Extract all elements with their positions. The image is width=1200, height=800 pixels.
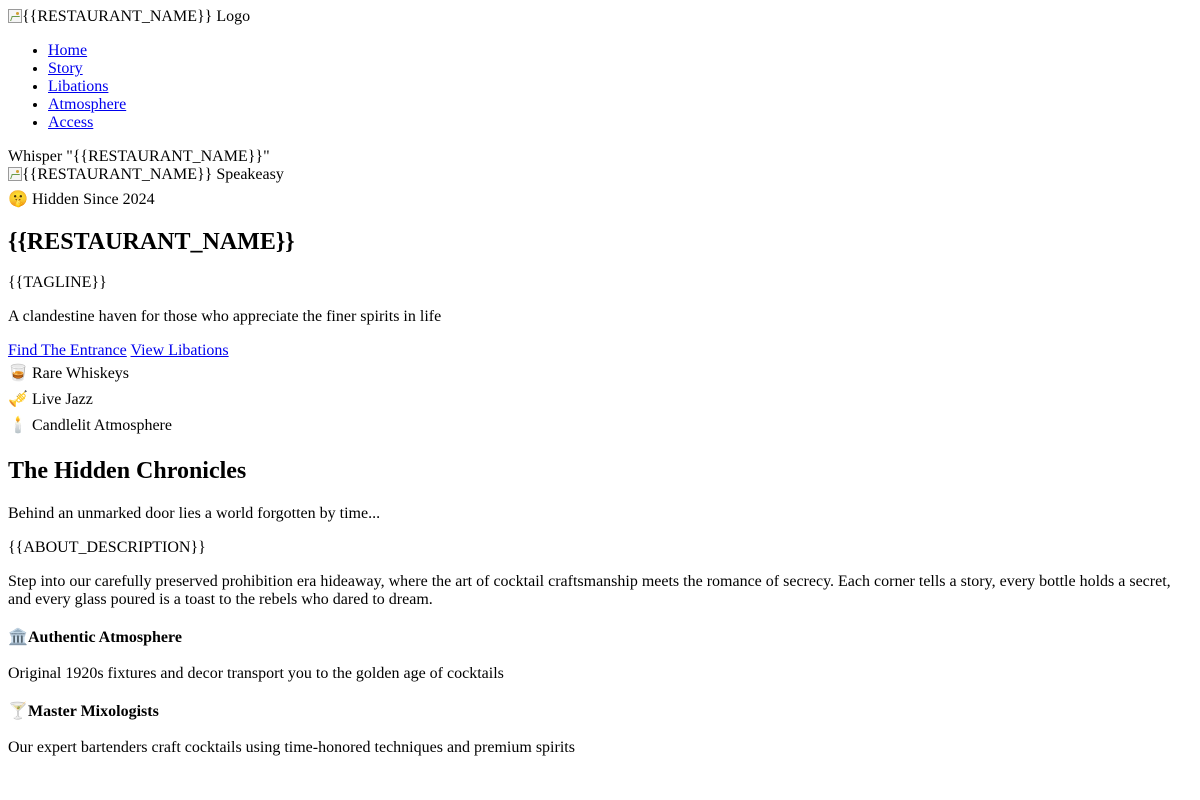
- broken-image-icon: [8, 9, 22, 23]
- nav-item-home: Home: [48, 42, 1192, 60]
- nav-link-libations[interactable]: Libations: [48, 78, 108, 95]
- feature-label: Live Jazz: [32, 391, 93, 408]
- whisper-text: Whisper "{{RESTAURANT_NAME}}": [8, 148, 270, 165]
- hero-image: {{RESTAURANT_NAME}} Speakeasy: [8, 166, 1192, 184]
- highlight-title-text: Master Mixologists: [28, 703, 159, 720]
- about-section: The Hidden Chronicles Behind an unmarked…: [8, 457, 1192, 757]
- logo-alt-text: {{RESTAURANT_NAME}} Logo: [22, 8, 251, 25]
- about-description-placeholder: {{ABOUT_DESCRIPTION}}: [8, 539, 206, 556]
- trumpet-icon: 🎺: [8, 389, 28, 408]
- broken-image-icon: [8, 167, 22, 181]
- classical-building-icon: 🏛️: [8, 627, 28, 646]
- feature-live-jazz: 🎺 Live Jazz: [8, 386, 1192, 412]
- nav-link-atmosphere[interactable]: Atmosphere: [48, 96, 126, 113]
- hero-section: {{RESTAURANT_NAME}} Speakeasy 🤫 Hidden S…: [8, 166, 1192, 438]
- page: {{RESTAURANT_NAME}} Logo Home Story Liba…: [0, 0, 1200, 757]
- hidden-since-badge: 🤫 Hidden Since 2024: [8, 186, 1192, 212]
- view-libations-button[interactable]: View Libations: [131, 342, 229, 359]
- feature-label: Candlelit Atmosphere: [32, 417, 172, 434]
- highlight-mixologists: 🍸Master Mixologists Our expert bartender…: [8, 701, 1192, 757]
- hero-image-alt-text: {{RESTAURANT_NAME}} Speakeasy: [22, 166, 284, 183]
- highlight-text: Original 1920s fixtures and decor transp…: [8, 665, 504, 682]
- highlight-authentic: 🏛️Authentic Atmosphere Original 1920s fi…: [8, 627, 1192, 683]
- about-body: Step into our carefully preserved prohib…: [8, 573, 1171, 608]
- whiskey-glass-icon: 🥃: [8, 363, 28, 382]
- cocktail-glass-icon: 🍸: [8, 701, 28, 720]
- hero-subtitle: A clandestine haven for those who apprec…: [8, 308, 442, 325]
- highlight-title-text: Authentic Atmosphere: [28, 629, 182, 646]
- hero-features: 🥃 Rare Whiskeys 🎺 Live Jazz 🕯️ Candlelit…: [8, 360, 1192, 438]
- nav-item-access: Access: [48, 114, 1192, 132]
- about-lead: Behind an unmarked door lies a world for…: [8, 505, 381, 522]
- candle-icon: 🕯️: [8, 415, 28, 434]
- nav-link-story[interactable]: Story: [48, 60, 83, 77]
- hero-cta-group: Find The Entrance View Libations: [8, 342, 1192, 360]
- about-title: The Hidden Chronicles: [8, 458, 247, 484]
- hero-title: {{RESTAURANT_NAME}}: [8, 229, 295, 255]
- shushing-face-icon: 🤫: [8, 189, 28, 208]
- highlight-title: 🍸Master Mixologists: [8, 701, 1192, 722]
- hero-tagline: {{TAGLINE}}: [8, 274, 107, 291]
- nav-link-home[interactable]: Home: [48, 42, 87, 59]
- logo[interactable]: {{RESTAURANT_NAME}} Logo: [8, 8, 1192, 26]
- find-entrance-button[interactable]: Find The Entrance: [8, 342, 127, 359]
- feature-label: Rare Whiskeys: [32, 365, 130, 382]
- nav-item-story: Story: [48, 60, 1192, 78]
- site-header: {{RESTAURANT_NAME}} Logo Home Story Liba…: [8, 8, 1192, 166]
- feature-rare-whiskeys: 🥃 Rare Whiskeys: [8, 360, 1192, 386]
- main-nav: Home Story Libations Atmosphere Access: [8, 42, 1192, 132]
- nav-item-atmosphere: Atmosphere: [48, 96, 1192, 114]
- nav-link-access[interactable]: Access: [48, 114, 93, 131]
- nav-item-libations: Libations: [48, 78, 1192, 96]
- feature-candlelit: 🕯️ Candlelit Atmosphere: [8, 412, 1192, 438]
- highlight-text: Our expert bartenders craft cocktails us…: [8, 739, 575, 756]
- highlight-title: 🏛️Authentic Atmosphere: [8, 627, 1192, 648]
- badge-text: Hidden Since 2024: [32, 191, 155, 208]
